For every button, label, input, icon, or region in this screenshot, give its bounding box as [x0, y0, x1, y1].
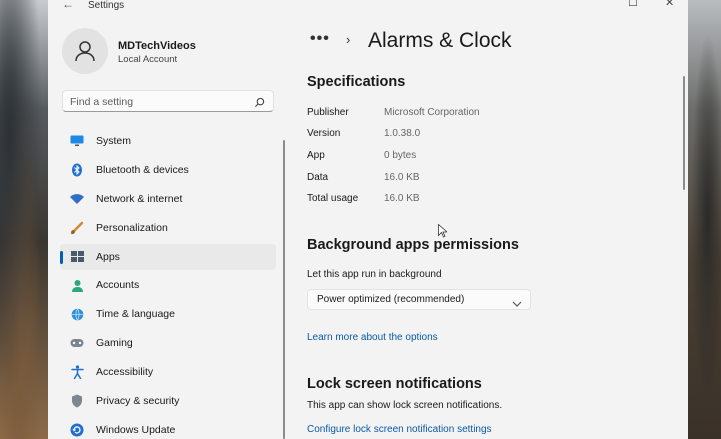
sidebar-item-label: Time & language	[96, 308, 175, 321]
spec-value: Microsoft Corporation	[384, 107, 480, 118]
spec-label: Version	[307, 128, 341, 139]
sidebar-item-label: Privacy & security	[96, 395, 180, 408]
sidebar-item-bluetooth[interactable]: Bluetooth & devices	[60, 157, 276, 183]
main-scrollbar[interactable]	[683, 76, 685, 190]
globe-clock-icon	[70, 307, 84, 321]
learn-more-link[interactable]: Learn more about the options	[307, 332, 438, 343]
accessibility-icon	[70, 365, 84, 380]
sidebar-item-label: Accounts	[96, 279, 140, 292]
breadcrumb-overflow-button[interactable]: •••	[310, 30, 330, 48]
close-icon[interactable]: ✕	[665, 0, 674, 9]
monitor-icon	[70, 134, 84, 148]
window-title: Settings	[88, 0, 125, 11]
sidebar-item-label: Windows Update	[96, 423, 176, 436]
sidebar-item-label: Gaming	[96, 337, 133, 350]
avatar	[62, 28, 108, 74]
lock-screen-heading: Lock screen notifications	[307, 376, 482, 392]
spec-label: App	[307, 150, 325, 161]
apps-icon	[70, 250, 84, 264]
sidebar-item-gaming[interactable]: Gaming	[60, 330, 276, 356]
sidebar-item-personalization[interactable]: Personalization	[60, 215, 276, 241]
gamepad-icon	[70, 336, 84, 350]
sidebar-nav: System Bluetooth & devices Network & int…	[60, 128, 276, 439]
sidebar-item-time-language[interactable]: Time & language	[60, 301, 276, 327]
sidebar-item-system[interactable]: System	[60, 128, 276, 154]
person-icon	[70, 278, 84, 292]
maximize-icon[interactable]: ☐	[628, 0, 638, 9]
sidebar-item-label: Accessibility	[96, 366, 154, 379]
sidebar-item-label: Personalization	[96, 221, 168, 234]
user-name: MDTechVideos	[118, 40, 196, 52]
sidebar-item-label: Bluetooth & devices	[96, 163, 189, 176]
sidebar-scrollbar[interactable]	[283, 140, 285, 439]
specifications-heading: Specifications	[307, 74, 406, 90]
chevron-right-icon: ›	[346, 32, 351, 47]
sidebar-item-accounts[interactable]: Accounts	[60, 272, 276, 298]
background-permissions-heading: Background apps permissions	[307, 237, 519, 253]
account-type: Local Account	[118, 54, 178, 65]
sidebar-item-network[interactable]: Network & internet	[60, 186, 276, 212]
update-icon	[70, 423, 84, 437]
background-permission-dropdown[interactable]: Power optimized (recommended)	[307, 289, 531, 310]
search-placeholder: Find a setting	[70, 96, 134, 108]
wifi-icon	[70, 192, 84, 206]
back-arrow-icon[interactable]: ←	[62, 0, 74, 11]
person-avatar-icon	[75, 41, 95, 62]
sidebar-item-label: Apps	[96, 250, 120, 263]
lock-screen-description: This app can show lock screen notificati…	[307, 400, 503, 411]
spec-value: 16.0 KB	[384, 193, 420, 204]
sidebar-item-apps[interactable]: Apps	[60, 243, 276, 270]
spec-value: 16.0 KB	[384, 172, 420, 183]
sidebar-item-privacy[interactable]: Privacy & security	[60, 388, 276, 414]
sidebar-item-windows-update[interactable]: Windows Update	[60, 417, 276, 439]
sidebar-item-accessibility[interactable]: Accessibility	[60, 359, 276, 385]
desktop-wallpaper-right	[688, 0, 721, 439]
sidebar-item-label: System	[96, 135, 132, 147]
brush-icon	[70, 221, 84, 235]
shield-icon	[70, 394, 84, 408]
dropdown-selected-value: Power optimized (recommended)	[317, 294, 465, 305]
mouse-cursor-icon	[438, 223, 449, 243]
search-input[interactable]: Find a setting	[62, 90, 274, 112]
bluetooth-icon	[70, 163, 84, 177]
spec-value: 0 bytes	[384, 150, 417, 161]
active-indicator	[60, 250, 63, 264]
chevron-down-icon	[512, 295, 522, 313]
page-title: Alarms & Clock	[368, 29, 512, 52]
spec-value: 1.0.38.0	[384, 128, 421, 139]
desktop-wallpaper-left	[0, 0, 48, 439]
title-bar: ← Settings ☐ ✕	[48, 0, 688, 14]
background-label: Let this app run in background	[307, 269, 442, 280]
spec-label: Publisher	[307, 107, 349, 118]
settings-window: ← Settings ☐ ✕ MDTechVideos Local Accoun…	[48, 0, 688, 439]
configure-lock-screen-link[interactable]: Configure lock screen notification setti…	[307, 424, 492, 435]
spec-label: Data	[307, 172, 329, 183]
spec-label: Total usage	[307, 193, 359, 204]
sidebar-item-label: Network & internet	[96, 192, 183, 205]
search-icon[interactable]	[254, 95, 265, 113]
